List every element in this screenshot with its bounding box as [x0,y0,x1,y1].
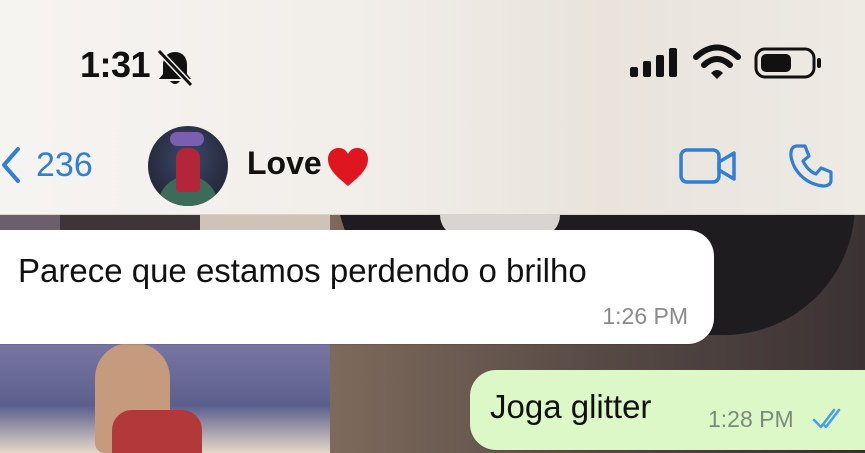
read-ticks-icon [812,408,841,429]
wifi-icon [693,44,741,79]
back-button[interactable]: 236 [0,140,93,190]
bell-off-icon [156,48,194,88]
signal-icon [630,48,677,77]
incoming-message-bubble[interactable]: Parece que estamos perdendo o brilho 1:2… [0,230,714,344]
heart-icon [328,148,368,186]
contact-name[interactable]: Love [247,145,322,182]
message-text: Joga glitter [490,388,652,425]
battery-icon [754,47,821,79]
avatar[interactable] [148,126,228,206]
phone-call-icon[interactable] [787,142,835,190]
back-chevron-icon [2,147,20,183]
message-text: Parece que estamos perdendo o brilho [18,252,587,289]
status-time: 1:31 [80,44,151,85]
video-call-icon[interactable] [679,146,737,186]
outgoing-message-bubble[interactable]: Joga glitter 1:28 PM [470,370,865,450]
chat-header: 1:31 236 Love [0,0,865,215]
unread-count: 236 [36,145,93,184]
message-time: 1:26 PM [602,303,688,329]
wallpaper-figure-dress [112,410,202,453]
message-time: 1:28 PM [708,406,794,432]
